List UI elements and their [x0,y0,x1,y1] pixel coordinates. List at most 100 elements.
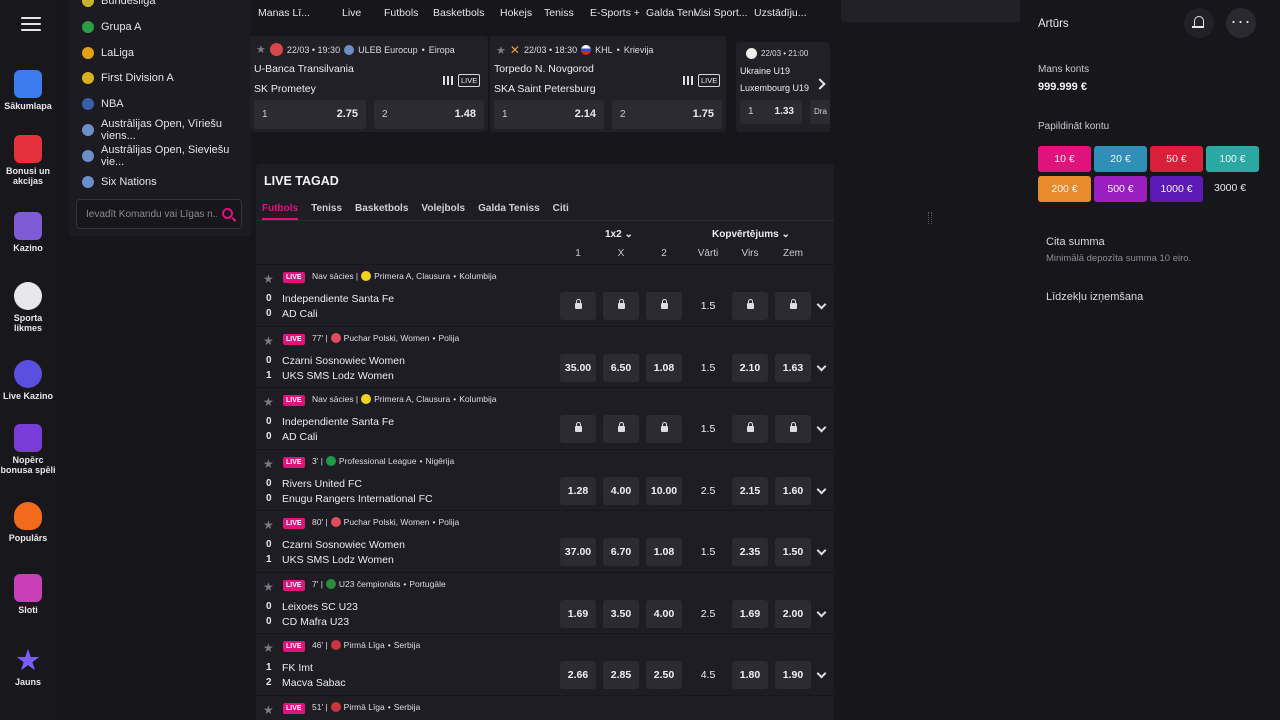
odd-button[interactable]: 2 1.75 [612,100,722,129]
stats-icon[interactable] [683,76,693,85]
sport-list-item[interactable]: LaLiga [82,43,134,63]
odd-button[interactable]: 2.50 [646,661,682,689]
match-row[interactable]: ★ LIVE 51' | Pirmā Līga • Serbija [256,694,834,720]
odd-button[interactable] [603,292,639,320]
expand-chevron-icon[interactable] [816,607,827,617]
rail-item-2[interactable]: Kazino [0,212,56,253]
rail-item-8[interactable]: ★ Jauns [0,646,56,687]
rail-item-1[interactable]: Bonusi un akcijas [0,135,56,186]
match-row[interactable]: ★ LIVE Nav sācies | Primera A, Clausura • Kol… [256,387,834,447]
odd-button[interactable]: 6.70 [603,538,639,566]
match-row[interactable]: ★ LIVE 7' | U23 čempionāts • Portugāle 0 0 Leixo… [256,571,834,632]
rail-item-6[interactable]: Populārs [0,502,56,543]
star-icon[interactable]: ★ [496,44,506,57]
odd-button[interactable] [732,415,768,443]
odd-button[interactable]: 1.69 [560,599,596,628]
odd-button[interactable]: 37.00 [560,538,596,566]
live-tab[interactable]: Basketbols [355,203,408,220]
sport-list-item[interactable]: Six Nations [82,172,157,192]
tab-sport[interactable]: Uzstādīju... [746,0,807,26]
rail-item-5[interactable]: Nopērc bonusa spēli [0,424,56,475]
odd-button[interactable]: 35.00 [560,353,596,382]
stats-icon[interactable] [443,76,453,85]
withdraw-link[interactable]: Līdzekļu izņemšana [1046,291,1143,303]
star-icon[interactable]: ★ [263,703,274,717]
scroll-handle[interactable] [928,212,932,224]
tab-sport[interactable]: Galda Teni... [638,0,705,26]
team-search[interactable] [76,199,242,229]
tab-sport[interactable]: Live [334,0,376,26]
odd-button[interactable]: 2.85 [603,661,639,689]
odd-button[interactable]: 1 2.14 [494,100,604,129]
star-icon[interactable]: ★ [263,272,274,286]
odd-button[interactable]: 6.50 [603,353,639,382]
tab-sport[interactable]: Basketbols [425,0,492,26]
rail-item-3[interactable]: Sporta likmes [0,282,56,333]
star-icon[interactable]: ★ [263,457,274,471]
sport-list-item[interactable]: Austrālijas Open, Vīriešu viens... [82,118,250,142]
tab-sport[interactable]: Teniss [536,0,582,26]
expand-chevron-icon[interactable] [816,361,827,371]
odd-button[interactable]: 1.28 [560,476,596,505]
match-row[interactable]: ★ LIVE 77' | Puchar Polski, Women • Polija 0 1 C… [256,325,834,386]
odd-button[interactable]: 1 1.33 [740,100,802,124]
tab-sport[interactable]: Manas Lī... [250,0,334,26]
odd-button[interactable]: 2.10 [732,353,768,382]
live-tab[interactable]: Citi [553,203,569,220]
featured-match-2[interactable]: ★ ✕ 22/03 • 18:30 KHL • Krievija Torpedo… [490,36,726,132]
featured-match-3[interactable]: 22/03 • 21:00 Ukraine U19 Luxembourg U19… [736,42,830,132]
odd-button[interactable]: 1 2.75 [254,100,366,129]
odd-button[interactable] [560,292,596,320]
odd-button[interactable] [646,415,682,443]
odd-button[interactable]: 1.50 [775,538,811,566]
live-tab[interactable]: Volejbols [421,203,465,220]
live-tab[interactable]: Galda Teniss [478,203,540,220]
rail-item-7[interactable]: Sloti [0,574,56,615]
live-tab[interactable]: Teniss [311,203,342,220]
bell-icon[interactable] [1184,8,1214,38]
match-row[interactable]: ★ LIVE 80' | Puchar Polski, Women • Polija 0 1 C… [256,510,834,570]
star-icon[interactable]: ★ [263,334,274,348]
odd-button[interactable]: 1.90 [775,661,811,689]
odd-button[interactable] [732,292,768,320]
expand-chevron-icon[interactable] [816,668,827,679]
odd-button[interactable]: 2.15 [732,476,768,505]
star-icon[interactable]: ★ [256,43,266,56]
odd-button[interactable]: 2.00 [775,599,811,628]
rail-item-0[interactable]: Sākumlapa [0,70,56,111]
deposit-chip[interactable]: 500 € [1094,176,1147,202]
featured-match-1[interactable]: ★ 22/03 • 19:30 ULEB Eurocup • Eiropa U-… [250,36,488,132]
match-row[interactable]: ★ LIVE 3' | Professional League • Nigērija 0 0 R… [256,448,834,509]
deposit-chip[interactable]: 10 € [1038,146,1091,172]
odd-button[interactable]: 3.50 [603,599,639,628]
deposit-chip[interactable]: 100 € [1206,146,1259,172]
odd-button[interactable] [560,415,596,443]
market-total-dropdown[interactable]: Kopvērtējums ⌄ [712,229,790,240]
tab-sport[interactable]: E-Sports + [582,0,640,26]
odd-button[interactable]: Dra [810,100,830,124]
odd-button[interactable]: 10.00 [646,476,682,505]
expand-chevron-icon[interactable] [816,484,827,494]
odd-button[interactable]: 2.35 [732,538,768,566]
odd-button[interactable] [603,415,639,443]
odd-button[interactable]: 2 1.48 [374,100,484,129]
odd-button[interactable]: 4.00 [646,599,682,628]
odd-button[interactable] [646,292,682,320]
match-row[interactable]: ★ LIVE Nav sācies | Primera A, Clausura • Kol… [256,264,834,324]
odd-button[interactable]: 1.08 [646,353,682,382]
expand-chevron-icon[interactable] [816,422,827,433]
team-search-input[interactable] [77,200,217,228]
odd-button[interactable]: 1.63 [775,353,811,382]
deposit-3000-button[interactable]: 3000 € [1214,182,1246,194]
expand-chevron-icon[interactable] [816,545,827,556]
deposit-chip[interactable]: 200 € [1038,176,1091,202]
tab-sport[interactable]: Visi Sport... [686,0,748,26]
search-icon[interactable] [222,208,233,219]
deposit-chip[interactable]: 20 € [1094,146,1147,172]
sport-list-item[interactable]: NBA [82,94,124,114]
sport-list-item[interactable]: First Division A [82,68,174,88]
deposit-chip[interactable]: 1000 € [1150,176,1203,202]
more-options-icon[interactable]: ··· [1226,8,1256,38]
sport-list-item[interactable]: Austrālijas Open, Sieviešu vie... [82,144,250,168]
live-tab[interactable]: Futbols [262,203,299,220]
